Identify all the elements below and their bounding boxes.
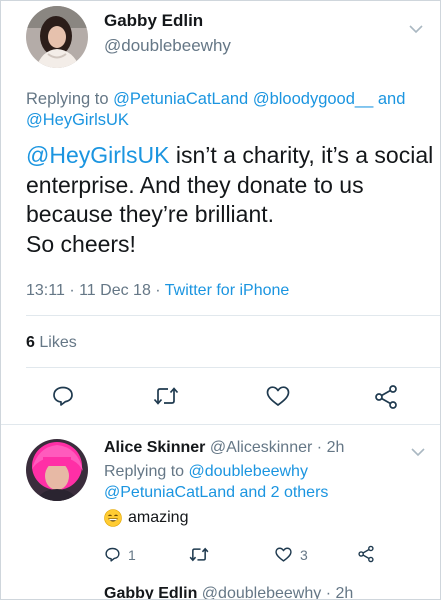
author-handle[interactable]: @doublebeewhy	[104, 36, 231, 56]
likes-count[interactable]: 6 Likes	[26, 334, 77, 352]
divider	[26, 315, 440, 316]
tweet-meta: 13:11 · 11 Dec 18 · Twitter for iPhone	[26, 282, 289, 300]
likes-number: 6	[26, 334, 35, 351]
author-name[interactable]: Gabby Edlin	[104, 11, 203, 31]
tweet-text: @HeyGirlsUK isn’t a charity, it’s a soci…	[26, 141, 436, 259]
next-tweet-header[interactable]: Gabby Edlin @doublebeewhy · 2h	[104, 585, 353, 600]
meta-separator: ·	[155, 282, 161, 299]
share-action[interactable]	[357, 545, 375, 563]
reply-count: 1	[128, 546, 136, 563]
chevron-down-icon[interactable]	[411, 447, 425, 457]
tweet-source-link[interactable]: Twitter for iPhone	[165, 282, 290, 299]
mention-and-label: and	[377, 90, 406, 108]
likes-label: Likes	[39, 334, 77, 351]
grinning-face-emoji	[104, 509, 122, 527]
timeline-frame: Gabby Edlin @doublebeewhy Replying to @P…	[0, 0, 441, 600]
mention-link[interactable]: @bloodygood__	[253, 90, 373, 108]
reply-author-name[interactable]: Alice Skinner	[104, 439, 205, 456]
like-count: 3	[300, 546, 308, 563]
mention-link[interactable]: @doublebeewhy	[189, 463, 308, 480]
reply-age[interactable]: 2h	[327, 439, 345, 456]
like-action[interactable]: 3	[274, 546, 308, 563]
reply-author-handle[interactable]: @Aliceskinner	[210, 439, 313, 456]
next-author-handle[interactable]: @doublebeewhy	[202, 585, 321, 599]
reply-action[interactable]: 1	[104, 546, 136, 563]
replying-to-line: Replying to @doublebeewhy @PetuniaCatLand…	[104, 461, 424, 503]
share-icon[interactable]	[357, 545, 375, 563]
divider	[26, 367, 440, 368]
replying-to-line: Replying to @PetuniaCatLand @bloodygood_…	[26, 89, 436, 131]
reply-body: amazing	[128, 509, 189, 526]
replying-to-label: Replying to	[104, 463, 189, 480]
reply-icon[interactable]	[104, 546, 121, 563]
tweet-time[interactable]: 13:11	[26, 282, 65, 299]
reply-text: amazing	[104, 509, 188, 527]
reply-icon[interactable]	[51, 384, 75, 408]
tweet-mention-link[interactable]: @HeyGirlsUK	[26, 142, 169, 168]
retweet-action[interactable]	[189, 546, 209, 563]
others-link[interactable]: and 2 others	[239, 484, 328, 501]
mention-link[interactable]: @PetuniaCatLand	[113, 90, 248, 108]
like-icon[interactable]	[265, 384, 291, 408]
mention-link[interactable]: @PetuniaCatLand	[104, 484, 235, 501]
meta-separator: ·	[316, 439, 323, 456]
retweet-icon[interactable]	[153, 385, 179, 407]
chevron-down-icon[interactable]	[409, 24, 423, 34]
reply-header: Alice Skinner @Aliceskinner · 2h	[104, 439, 344, 457]
mention-link[interactable]: @HeyGirlsUK	[26, 111, 129, 129]
tweet-body-line2: So cheers!	[26, 230, 136, 257]
next-author-name[interactable]: Gabby Edlin	[104, 585, 197, 599]
like-icon[interactable]	[274, 546, 293, 563]
meta-separator: ·	[69, 282, 75, 299]
retweet-icon[interactable]	[189, 546, 209, 563]
reply-tweet[interactable]: Alice Skinner @Aliceskinner · 2h Replyin…	[1, 425, 440, 600]
gabby-edlin-avatar[interactable]	[26, 6, 88, 68]
tweet-date[interactable]: 11 Dec 18	[79, 282, 151, 299]
alice-skinner-avatar[interactable]	[26, 439, 88, 501]
share-icon[interactable]	[373, 384, 399, 410]
meta-separator: ·	[325, 585, 332, 600]
next-age[interactable]: 2h	[335, 585, 353, 599]
replying-to-label: Replying to	[26, 90, 114, 108]
